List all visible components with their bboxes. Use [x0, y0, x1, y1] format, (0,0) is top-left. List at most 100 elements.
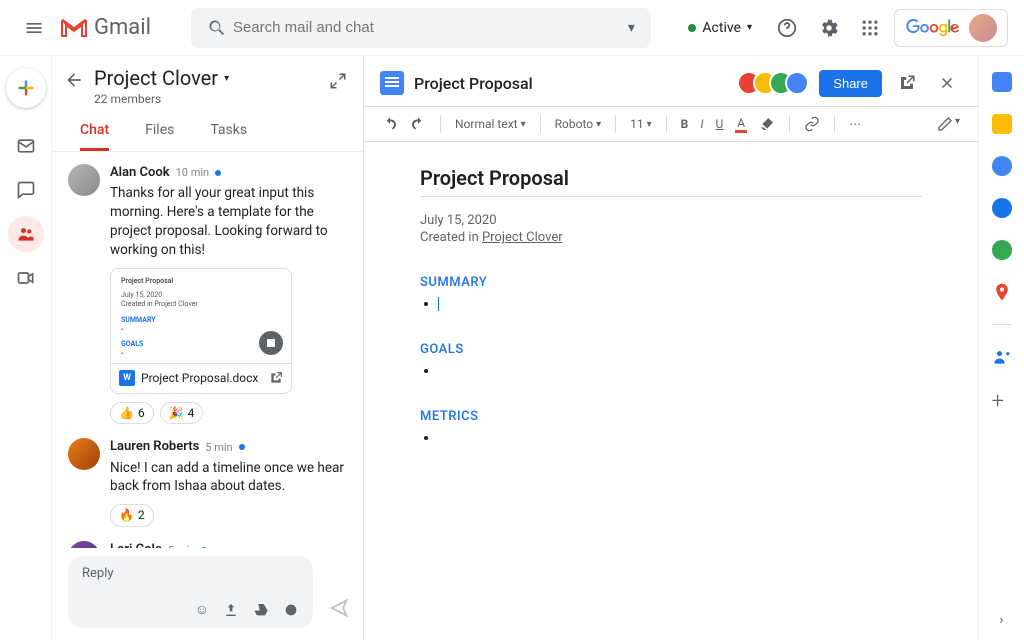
calendar-addon-icon[interactable] — [992, 72, 1012, 92]
bullet[interactable] — [438, 430, 922, 446]
highlight-icon[interactable] — [755, 112, 779, 136]
text-color-icon[interactable]: A — [731, 112, 751, 137]
apps-icon[interactable] — [854, 12, 886, 44]
collapse-side-panel-icon[interactable]: › — [999, 612, 1003, 628]
style-dropdown[interactable]: Normal text▾ — [451, 114, 530, 134]
presence-chip[interactable]: Active ▾ — [678, 16, 762, 40]
author-name: Alan Cook — [110, 164, 170, 182]
message-text: Nice! I can add a timeline once we hear … — [110, 459, 347, 497]
size-dropdown[interactable]: 11▾ — [626, 114, 656, 134]
avatar — [68, 438, 100, 470]
doc-date: July 15, 2020 — [420, 213, 922, 228]
doc-toolbar: Normal text▾ Roboto▾ 11▾ B I U A ⋯ ▾ — [364, 106, 978, 142]
account-box[interactable] — [894, 9, 1008, 47]
keep-addon-icon[interactable] — [992, 114, 1012, 134]
send-icon[interactable] — [329, 598, 349, 618]
search-input[interactable] — [233, 19, 622, 36]
main-menu-icon[interactable] — [16, 10, 52, 46]
add-addon-icon[interactable]: + — [992, 389, 1012, 409]
italic-icon[interactable]: I — [696, 113, 707, 135]
contacts-addon-icon[interactable] — [992, 198, 1012, 218]
back-arrow-icon[interactable] — [64, 70, 84, 90]
font-dropdown[interactable]: Roboto▾ — [551, 114, 606, 134]
message: Alan Cook 10 min Thanks for all your gre… — [68, 164, 347, 424]
message: Lauren Roberts 5 min Nice! I can add a t… — [68, 438, 347, 527]
search-options-icon[interactable]: ▾ — [622, 14, 641, 42]
reaction[interactable]: 🔥2 — [110, 504, 154, 527]
search-box[interactable]: ▾ — [191, 8, 651, 48]
tab-chat[interactable]: Chat — [80, 122, 109, 151]
reaction[interactable]: 👍6 — [110, 402, 154, 425]
collapse-icon[interactable] — [329, 72, 347, 90]
avatar — [68, 164, 100, 196]
people-addon-icon[interactable] — [992, 347, 1012, 367]
collaborators[interactable] — [745, 71, 809, 95]
room-members: 22 members — [94, 92, 229, 106]
upload-icon[interactable] — [223, 602, 239, 618]
room-title[interactable]: Project Clover — [94, 66, 218, 90]
doc-heading: Project Proposal — [420, 166, 922, 190]
chevron-down-icon[interactable]: ▾ — [224, 73, 229, 84]
bold-icon[interactable]: B — [677, 113, 693, 135]
doc-body[interactable]: Project Proposal July 15, 2020 Created i… — [364, 142, 978, 640]
presence-label: Active — [702, 20, 741, 36]
doc-origin-link[interactable]: Project Clover — [482, 230, 563, 245]
word-icon: W — [119, 370, 135, 386]
collaborator-avatar — [785, 71, 809, 95]
doc-created-in: Created in Project Clover — [420, 230, 922, 245]
link-icon[interactable] — [800, 112, 824, 136]
timestamp: 5 min — [205, 440, 232, 455]
attachment-preview: Project Proposal July 15, 2020Created in… — [111, 269, 291, 363]
underline-icon[interactable]: U — [712, 113, 728, 135]
bullet[interactable] — [438, 296, 922, 312]
close-icon[interactable] — [932, 68, 962, 98]
drive-icon — [259, 331, 283, 355]
rooms-nav-icon[interactable] — [8, 216, 44, 252]
message-text: Thanks for all your great input this mor… — [110, 184, 347, 260]
more-icon[interactable]: ⋯ — [845, 113, 865, 135]
bullet[interactable] — [438, 363, 922, 379]
user-avatar[interactable] — [969, 14, 997, 42]
help-icon[interactable] — [770, 11, 804, 45]
chat-nav-icon[interactable] — [8, 172, 44, 208]
left-rail — [0, 56, 52, 640]
reply-placeholder: Reply — [82, 566, 299, 581]
open-new-icon[interactable] — [892, 68, 922, 98]
search-icon[interactable] — [201, 12, 233, 44]
share-button[interactable]: Share — [819, 70, 882, 97]
presence-dot-icon — [688, 24, 696, 32]
redo-icon[interactable] — [406, 112, 430, 136]
edit-mode-icon[interactable]: ▾ — [933, 112, 964, 136]
compose-button[interactable] — [6, 68, 46, 108]
doc-title[interactable]: Project Proposal — [414, 74, 533, 93]
docs-icon — [380, 71, 404, 95]
timestamp: 10 min — [176, 165, 210, 180]
author-name: Lori Cole — [110, 541, 162, 548]
emoji-icon[interactable]: ☺ — [195, 601, 209, 618]
tab-tasks[interactable]: Tasks — [210, 122, 247, 151]
product-name: Gmail — [94, 15, 151, 40]
status-dot-icon — [239, 444, 245, 450]
reply-box[interactable]: Reply ☺ — [68, 556, 313, 628]
phone-addon-icon[interactable] — [992, 240, 1012, 260]
meet-nav-icon[interactable] — [8, 260, 44, 296]
meet-attach-icon[interactable] — [283, 602, 299, 618]
status-dot-icon — [215, 170, 221, 176]
drive-attach-icon[interactable] — [253, 602, 269, 618]
section-goals: GOALS — [420, 342, 922, 357]
tasks-addon-icon[interactable] — [992, 156, 1012, 176]
right-side-panel: + › — [978, 56, 1024, 640]
author-name: Lauren Roberts — [110, 438, 199, 456]
maps-addon-icon[interactable] — [992, 282, 1012, 302]
reaction[interactable]: 🎉4 — [160, 402, 204, 425]
settings-icon[interactable] — [812, 11, 846, 45]
attachment-card[interactable]: Project Proposal July 15, 2020Created in… — [110, 268, 292, 394]
gmail-logo[interactable]: Gmail — [60, 15, 151, 40]
tab-files[interactable]: Files — [145, 122, 174, 151]
undo-icon[interactable] — [378, 112, 402, 136]
open-external-icon[interactable] — [269, 371, 283, 385]
mail-nav-icon[interactable] — [8, 128, 44, 164]
section-metrics: METRICS — [420, 409, 922, 424]
message: Lori Cole 5 min Thanks for kicking this … — [68, 541, 347, 548]
attachment-name: Project Proposal.docx — [141, 370, 258, 387]
